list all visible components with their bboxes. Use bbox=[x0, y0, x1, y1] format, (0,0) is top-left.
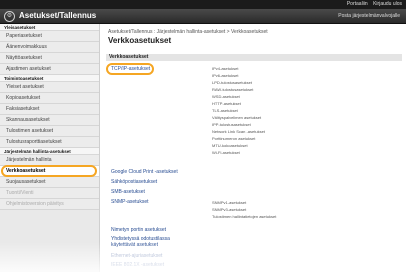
sidebar-item-display[interactable]: Näyttöasetukset bbox=[0, 53, 99, 64]
option-item: Välityspalvelimen asetukset bbox=[212, 115, 262, 120]
breadcrumb: Asetukset/Tallennus : Järjestelmän halli… bbox=[108, 29, 268, 35]
sidebar-heading-functions: Toimintoasetukset bbox=[0, 75, 99, 82]
sidebar-item-report[interactable]: Tulostusraporttiasetukset bbox=[0, 137, 99, 148]
portal-link[interactable]: Portaaliin bbox=[347, 1, 368, 7]
settings-icon: ⚙ bbox=[4, 11, 15, 22]
section-header: Verkkoasetukset bbox=[106, 54, 402, 61]
sidebar-item-copy[interactable]: Kopioasetukset bbox=[0, 93, 99, 104]
sidebar-item-firmware-update[interactable]: Ohjelmistoversion päivitys bbox=[0, 199, 99, 210]
sidebar-item-security[interactable]: Suojausasetukset bbox=[0, 177, 99, 188]
option-item: RAW-tulostusasetukset bbox=[212, 87, 254, 92]
option-item: LPD-tulostusasetukset bbox=[212, 80, 253, 85]
option-item: Network Link Scan -asetukset bbox=[212, 129, 265, 134]
link-email-settings[interactable]: Sähköpostiasetukset bbox=[111, 179, 157, 185]
app-header: ⚙ Asetukset/Tallennus Posta järjestelmän… bbox=[0, 9, 406, 24]
option-item: IPv4-asetukset bbox=[212, 66, 239, 71]
sidebar-item-network[interactable]: Verkkoasetukset bbox=[0, 165, 99, 177]
link-google-cloud-print[interactable]: Google Cloud Print -asetukset bbox=[111, 169, 178, 175]
option-item: IPv6-asetukset bbox=[212, 73, 239, 78]
link-named-port[interactable]: Nimetyn portin asetukset bbox=[111, 227, 166, 233]
option-item: Tulostimen hallintatietojen asetukset bbox=[212, 214, 277, 219]
link-smb-settings[interactable]: SMB-asetukset bbox=[111, 189, 145, 195]
option-item: MTU-kokoasetukset bbox=[212, 143, 248, 148]
option-item: Porttinumeron asetukset bbox=[212, 136, 256, 141]
option-item: TLS-asetukset bbox=[212, 108, 238, 113]
sidebar-item-import-export[interactable]: Tuonti/Vienti bbox=[0, 188, 99, 199]
sidebar: Yleisasetukset Paperiasetukset Äänenvoim… bbox=[0, 24, 100, 272]
sidebar-item-paper[interactable]: Paperiasetukset bbox=[0, 31, 99, 42]
page-title: Verkkoasetukset bbox=[108, 36, 172, 45]
option-item: Wi-Fi-asetukset bbox=[212, 150, 240, 155]
top-links: Portaaliin Kirjaudu ulos bbox=[343, 1, 402, 7]
link-snmp-settings[interactable]: SNMP-asetukset bbox=[111, 199, 149, 205]
link-standby-settings[interactable]: Yhdistetyssä odotustilassa käytettävät a… bbox=[111, 236, 191, 248]
link-ethernet-driver[interactable]: Ethernet-ajuriasetukset bbox=[111, 253, 162, 259]
app-title: Asetukset/Tallennus bbox=[19, 11, 97, 20]
sidebar-heading-system: Järjestelmän hallinta-asetukset bbox=[0, 148, 99, 155]
link-ieee8021x[interactable]: IEEE 802.1X -asetukset bbox=[111, 262, 164, 268]
logout-link[interactable]: Kirjaudu ulos bbox=[373, 1, 402, 7]
option-item: IPP-tulostusasetukset bbox=[212, 122, 251, 127]
top-bar: Portaaliin Kirjaudu ulos bbox=[0, 0, 406, 9]
sidebar-item-printer[interactable]: Tulostimen asetukset bbox=[0, 126, 99, 137]
sidebar-item-volume[interactable]: Äänenvoimakkuus bbox=[0, 42, 99, 53]
mail-admin-link[interactable]: Posta järjestelmänvalvojalle bbox=[338, 13, 400, 19]
option-item: HTTP-asetukset bbox=[212, 101, 241, 106]
option-item: SNMPv3-asetukset bbox=[212, 207, 247, 212]
option-item: WSD-asetukset bbox=[212, 94, 240, 99]
sidebar-heading-general: Yleisasetukset bbox=[0, 24, 99, 31]
sidebar-item-fax[interactable]: Faksiasetukset bbox=[0, 104, 99, 115]
option-item: SNMPv1-asetukset bbox=[212, 200, 247, 205]
sidebar-item-scan[interactable]: Skannausasetukset bbox=[0, 115, 99, 126]
sidebar-item-timer[interactable]: Ajastimen asetukset bbox=[0, 64, 99, 75]
main-content: Asetukset/Tallennus : Järjestelmän halli… bbox=[100, 24, 406, 272]
link-tcpip-settings[interactable]: TCP/IP-asetukset bbox=[105, 63, 155, 75]
sidebar-item-common[interactable]: Yleiset asetukset bbox=[0, 82, 99, 93]
